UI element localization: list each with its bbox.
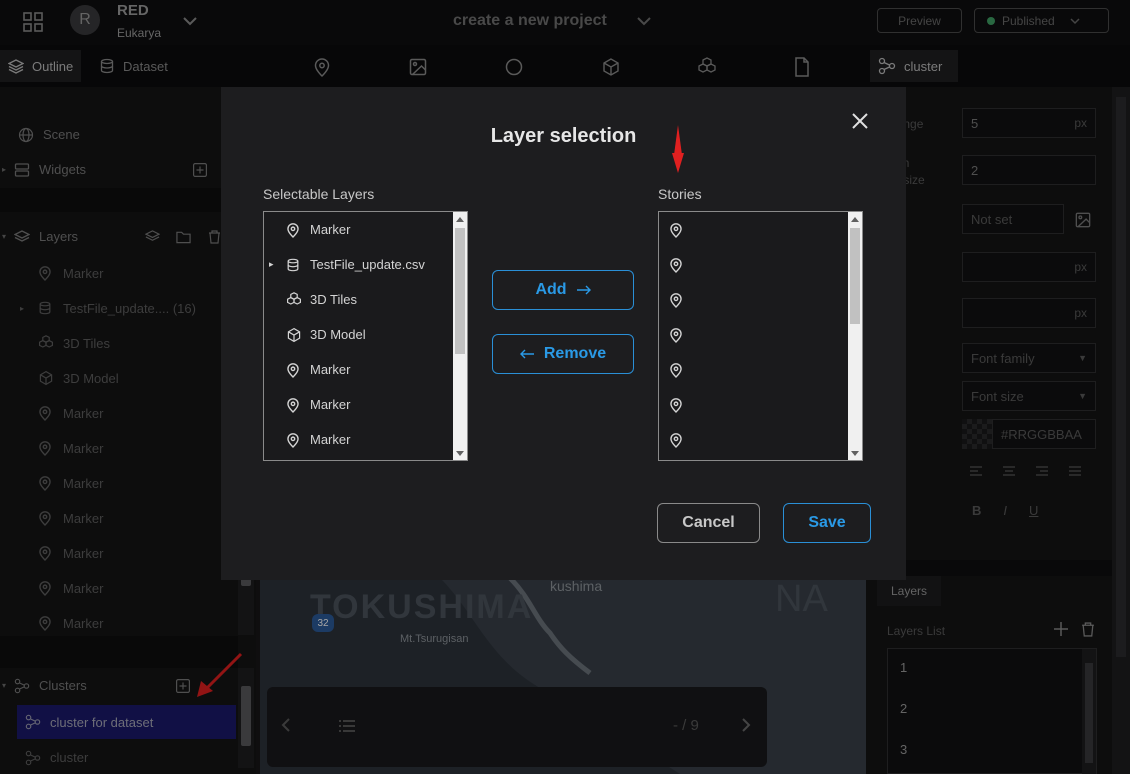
database-icon	[286, 257, 300, 273]
selectable-layer-label: 3D Model	[310, 327, 366, 342]
story-item[interactable]	[659, 422, 849, 457]
save-button[interactable]: Save	[783, 503, 871, 543]
selectable-layer-label: Marker	[310, 222, 351, 237]
selectable-layers-label: Selectable Layers	[263, 186, 375, 202]
selectable-layer-item[interactable]: Marker	[264, 352, 454, 387]
story-item[interactable]	[659, 352, 849, 387]
modal-title: Layer selection	[490, 125, 637, 147]
remove-button-label: Remove	[543, 345, 607, 362]
model-icon	[286, 327, 302, 343]
selectable-layers-list[interactable]: Marker ▸ TestFile_update.csv 3D Tiles 3D Mod…	[263, 211, 468, 461]
selectable-layer-item[interactable]: ▸ TestFile_update.csv	[264, 247, 454, 282]
add-button[interactable]: Add	[492, 270, 634, 310]
tiles-icon	[286, 292, 302, 308]
story-item[interactable]	[659, 317, 849, 352]
caret-right-icon[interactable]: ▸	[269, 259, 274, 270]
stories-label: Stories	[658, 186, 702, 202]
marker-icon	[669, 432, 683, 448]
selectable-layer-label: Marker	[310, 362, 351, 377]
selectable-layer-item[interactable]: Marker	[264, 422, 454, 457]
arrow-left-icon	[519, 349, 534, 359]
annotation-arrow-icon	[671, 125, 685, 175]
arrow-right-icon	[576, 285, 591, 295]
marker-icon	[286, 222, 300, 238]
marker-icon	[286, 362, 300, 378]
selectable-layer-label: Marker	[310, 432, 351, 447]
story-item[interactable]	[659, 247, 849, 282]
marker-icon	[669, 362, 683, 378]
marker-icon	[669, 222, 683, 238]
story-item[interactable]	[659, 282, 849, 317]
selectable-layer-item[interactable]: Marker	[264, 212, 454, 247]
stories-list[interactable]	[658, 211, 863, 461]
marker-icon	[286, 432, 300, 448]
selectable-scrollbar[interactable]	[453, 212, 467, 460]
story-item[interactable]	[659, 387, 849, 422]
selectable-layer-item[interactable]: Marker	[264, 387, 454, 422]
selectable-layer-item[interactable]: 3D Model	[264, 317, 454, 352]
story-item[interactable]	[659, 212, 849, 247]
remove-button[interactable]: Remove	[492, 334, 634, 374]
selectable-layer-label: 3D Tiles	[310, 292, 357, 307]
selectable-layer-label: Marker	[310, 397, 351, 412]
stories-scrollbar[interactable]	[848, 212, 862, 460]
selectable-layer-item[interactable]: 3D Tiles	[264, 282, 454, 317]
marker-icon	[669, 257, 683, 273]
marker-icon	[669, 327, 683, 343]
close-icon[interactable]	[851, 112, 869, 130]
marker-icon	[669, 292, 683, 308]
selectable-layer-label: TestFile_update.csv	[310, 257, 425, 272]
cancel-button[interactable]: Cancel	[657, 503, 760, 543]
marker-icon	[286, 397, 300, 413]
add-button-label: Add	[535, 281, 567, 298]
marker-icon	[669, 397, 683, 413]
